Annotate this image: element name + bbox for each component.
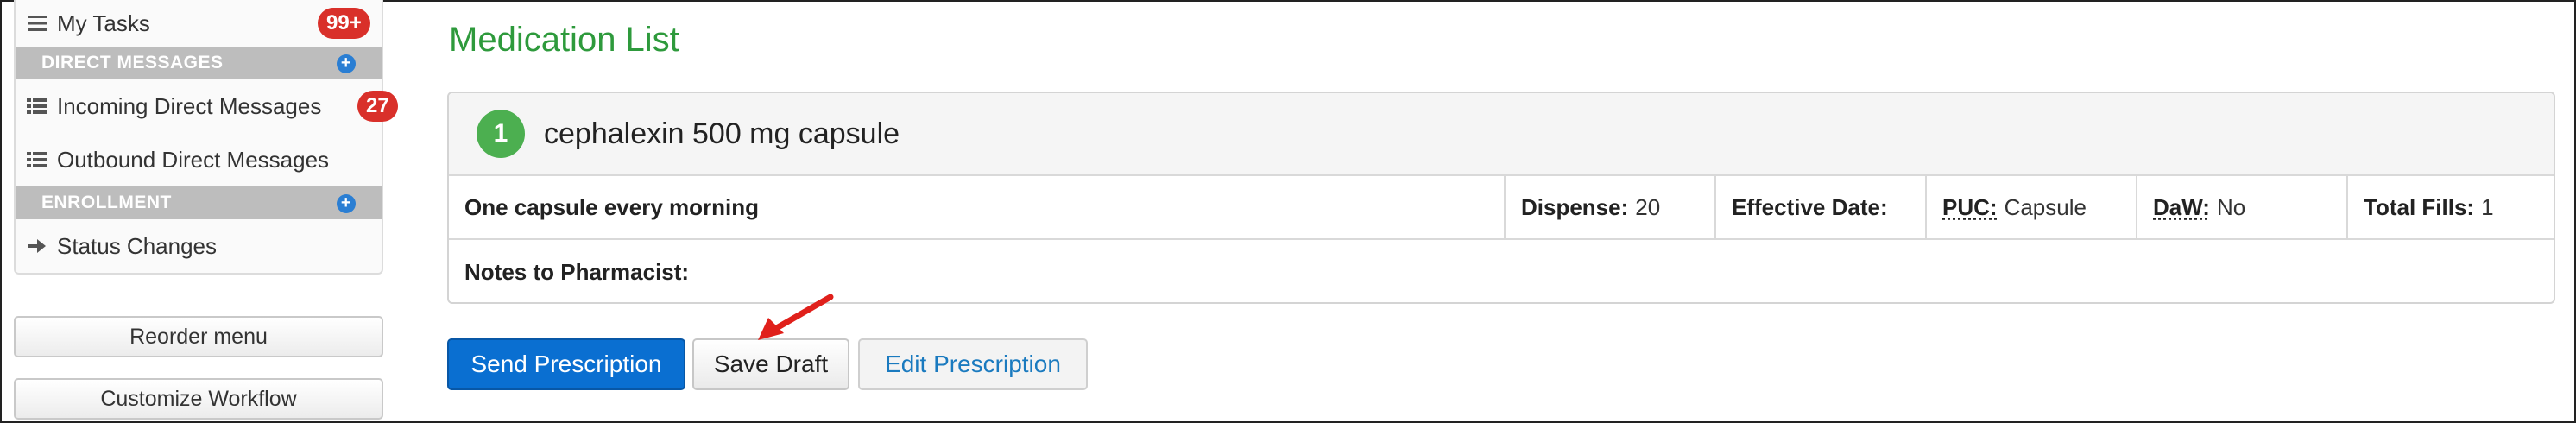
dispense-cell: Dispense: 20 xyxy=(1506,176,1716,238)
daw-value: No xyxy=(2216,193,2246,220)
add-direct-message-icon[interactable]: + xyxy=(337,54,356,73)
puc-label: PUC: xyxy=(1942,193,1998,220)
sidebar-item-my-tasks[interactable]: My Tasks 99+ xyxy=(16,0,382,47)
medication-number: 1 xyxy=(477,110,525,158)
total-fills-value: 1 xyxy=(2481,193,2494,220)
section-header-label: ENROLLMENT xyxy=(41,193,172,212)
effective-date-label: Effective Date: xyxy=(1732,193,1888,220)
table-list-icon xyxy=(26,151,48,168)
sig-text: One capsule every morning xyxy=(464,193,760,220)
sidebar: My Tasks 99+ DIRECT MESSAGES + Incoming … xyxy=(14,0,398,275)
medication-details-row: One capsule every morning Dispense: 20 E… xyxy=(449,176,2554,240)
send-prescription-button[interactable]: Send Prescription xyxy=(447,338,685,390)
effective-date-cell: Effective Date: xyxy=(1716,176,1927,238)
save-draft-button[interactable]: Save Draft xyxy=(692,338,849,390)
dispense-label: Dispense: xyxy=(1521,193,1629,220)
customize-workflow-button[interactable]: Customize Workflow xyxy=(14,378,383,420)
sidebar-item-incoming-direct-messages[interactable]: Incoming Direct Messages 27 xyxy=(16,79,398,133)
section-header-direct-messages: DIRECT MESSAGES + xyxy=(16,47,382,79)
total-fills-cell: Total Fills: 1 xyxy=(2348,176,2554,238)
arrow-right-icon xyxy=(26,237,48,255)
reorder-menu-button[interactable]: Reorder menu xyxy=(14,316,383,357)
medication-card: 1 cephalexin 500 mg capsule One capsule … xyxy=(447,92,2555,304)
sig-cell: One capsule every morning xyxy=(449,176,1506,238)
medication-name: cephalexin 500 mg capsule xyxy=(544,117,900,150)
medication-header: 1 cephalexin 500 mg capsule xyxy=(449,93,2554,176)
section-header-label: DIRECT MESSAGES xyxy=(41,53,224,73)
sidebar-item-status-changes[interactable]: Status Changes xyxy=(16,219,382,273)
daw-label: DaW: xyxy=(2153,193,2210,220)
add-enrollment-icon[interactable]: + xyxy=(337,194,356,213)
puc-cell: PUC: Capsule xyxy=(1927,176,2137,238)
notes-to-pharmacist-label: Notes to Pharmacist: xyxy=(464,258,690,285)
sidebar-panel: My Tasks 99+ DIRECT MESSAGES + Incoming … xyxy=(14,0,398,275)
page-title: Medication List xyxy=(449,21,679,59)
sidebar-item-outbound-direct-messages[interactable]: Outbound Direct Messages xyxy=(16,133,382,186)
incoming-messages-badge: 27 xyxy=(357,91,398,122)
table-list-icon xyxy=(26,98,48,115)
tasks-count-badge: 99+ xyxy=(318,8,370,39)
sidebar-item-label: Incoming Direct Messages xyxy=(57,92,322,119)
dispense-value: 20 xyxy=(1635,193,1661,220)
section-header-enrollment: ENROLLMENT + xyxy=(16,186,382,219)
list-icon xyxy=(26,15,48,32)
sidebar-item-label: Status Changes xyxy=(57,232,218,259)
sidebar-item-label: Outbound Direct Messages xyxy=(57,146,330,173)
daw-cell: DaW: No xyxy=(2137,176,2348,238)
edit-prescription-button[interactable]: Edit Prescription xyxy=(858,338,1088,390)
total-fills-label: Total Fills: xyxy=(2364,193,2475,220)
annotation-arrow-icon xyxy=(758,294,834,340)
sidebar-item-label: My Tasks xyxy=(57,9,150,36)
puc-value: Capsule xyxy=(2004,193,2087,220)
